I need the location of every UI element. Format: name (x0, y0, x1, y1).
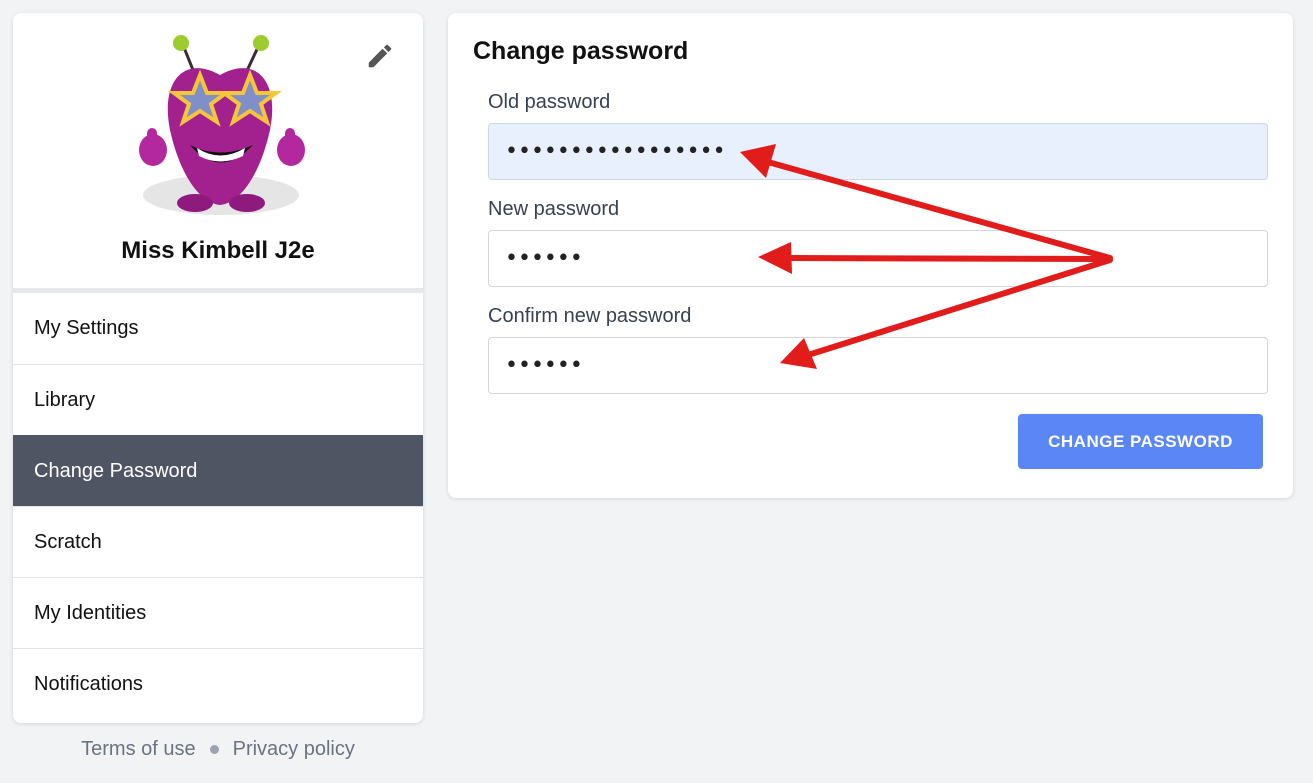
sidebar-item-my-settings[interactable]: My Settings (13, 293, 423, 364)
confirm-password-label: Confirm new password (488, 305, 692, 327)
sidebar-item-my-identities[interactable]: My Identities (13, 577, 423, 648)
profile-panel: Miss Kimbell J2e (13, 13, 423, 293)
old-password-field[interactable] (488, 123, 1268, 180)
old-password-label: Old password (488, 91, 611, 113)
sidebar-item-notifications[interactable]: Notifications (13, 648, 423, 719)
separator-dot (209, 745, 219, 754)
sidebar-nav: My Settings Library Change Password Scra… (13, 293, 423, 719)
card-title: Change password (473, 37, 689, 65)
avatar (139, 35, 305, 215)
sidebar-item-change-password[interactable]: Change Password (13, 435, 423, 506)
new-password-field[interactable] (488, 230, 1268, 287)
sidebar-item-scratch[interactable]: Scratch (13, 506, 423, 577)
pencil-icon[interactable] (365, 41, 395, 71)
terms-of-use-link[interactable]: Terms of use (81, 738, 195, 761)
footer-links: Terms of use Privacy policy (13, 738, 423, 761)
profile-name: Miss Kimbell J2e (121, 237, 315, 264)
change-password-card: Change password Old password New passwor… (448, 13, 1293, 498)
sidebar-item-library[interactable]: Library (13, 364, 423, 435)
sidebar: Miss Kimbell J2e My Settings Library Cha… (13, 13, 423, 723)
new-password-label: New password (488, 198, 620, 220)
change-password-button[interactable]: CHANGE PASSWORD (1018, 414, 1263, 469)
privacy-policy-link[interactable]: Privacy policy (233, 738, 355, 761)
confirm-password-field[interactable] (488, 337, 1268, 394)
